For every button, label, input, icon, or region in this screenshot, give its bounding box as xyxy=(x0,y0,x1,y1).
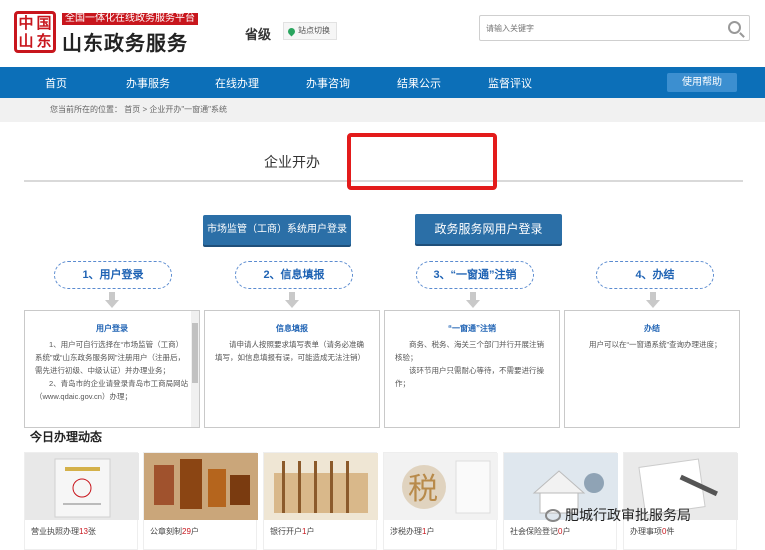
panel-text: 请申请人按照要求填写表单（请务必准确填写，如信息填报有误，可能造成无法注销） xyxy=(215,340,365,362)
step-login: 1、用户登录 xyxy=(54,261,172,289)
tax-photo: 税 xyxy=(384,453,498,520)
nav-item-online[interactable]: 在线办理 xyxy=(215,75,259,91)
panel-login: 用户登录 1、用户可自行选择在“市场监管（工商）系统”或“山东政务服务网”注册用… xyxy=(24,310,200,428)
nav-item-supervise[interactable]: 监督评议 xyxy=(488,75,532,91)
panel-fill-info: 信息填报 请申请人按照要求填写表单（请务必准确填写，如信息填报有误，可能造成无法… xyxy=(204,310,380,428)
panel-text: 该环节用户只需耐心等待，不需要进行操作； xyxy=(395,366,544,388)
panel-title: “一窗通”注销 xyxy=(448,324,496,333)
step-complete: 4、办结 xyxy=(596,261,714,289)
panel-title: 信息填报 xyxy=(276,324,308,333)
highlight-frame xyxy=(347,133,497,190)
today-card-social-insurance[interactable]: 社会保险登记0户 xyxy=(503,452,618,550)
market-login-button[interactable]: 市场监管（工商）系统用户登录 xyxy=(203,215,351,245)
svg-text:税: 税 xyxy=(408,472,438,507)
down-arrow-icon xyxy=(285,292,299,308)
help-button[interactable]: 使用帮助 xyxy=(667,73,737,92)
today-label: 公章刻制29户 xyxy=(150,527,199,536)
panel-text: 商务、税务、海关三个部门并行开展注销核验； xyxy=(395,340,544,362)
down-arrow-icon xyxy=(105,292,119,308)
today-card-matters[interactable]: 办理事项0件 xyxy=(623,452,738,550)
today-label: 社会保险登记0户 xyxy=(510,527,571,536)
panel-text: 1、用户可自行选择在“市场监管（工商）系统”或“山东政务服务网”注册用户（注册后… xyxy=(35,340,185,375)
today-title: 今日办理动态 xyxy=(30,430,103,444)
location-pin-icon xyxy=(286,26,297,36)
breadcrumb: 您当前所在的位置： 首页 > 企业开办"一窗通"系统 xyxy=(0,98,765,122)
panel-text: 用户可以在“一窗通系统”查询办理进度； xyxy=(589,340,722,349)
scroll-thumb[interactable] xyxy=(192,323,198,383)
nav-item-services[interactable]: 办事服务 xyxy=(126,75,170,91)
nav-item-home[interactable]: 首页 xyxy=(45,75,67,91)
breadcrumb-text: 您当前所在的位置： 首页 > 企业开办"一窗通"系统 xyxy=(50,105,228,114)
today-label: 营业执照办理13张 xyxy=(31,527,96,536)
search-icon[interactable] xyxy=(728,21,741,34)
site-header: 中 国 山 东 全国一体化在线政务服务平台 山东政务服务 省级 站点切换 xyxy=(0,0,765,66)
main-nav: 首页 办事服务 在线办理 办事咨询 结果公示 监督评议 使用帮助 xyxy=(0,67,765,98)
watermark: 肥城行政审批服务局 xyxy=(545,505,691,525)
site-switch-label: 站点切换 xyxy=(298,26,330,35)
nav-item-consult[interactable]: 办事咨询 xyxy=(306,75,350,91)
seal-char-2: 国 xyxy=(36,14,52,32)
province-label: 省级 xyxy=(245,27,272,42)
today-card-license[interactable]: 营业执照办理13张 xyxy=(24,452,139,550)
step-deregister: 3、“一窗通”注销 xyxy=(416,261,534,289)
license-photo xyxy=(25,453,139,520)
tab-kaiban[interactable]: 企业开办 xyxy=(232,145,352,179)
today-card-seal[interactable]: 公章刻制29户 xyxy=(143,452,258,550)
panel-body: 1、用户可自行选择在“市场监管（工商）系统”或“山东政务服务网”注册用户（注册后… xyxy=(25,334,199,403)
today-label: 涉税办理1户 xyxy=(390,527,435,536)
today-label: 银行开户1户 xyxy=(270,527,315,536)
panel-body: 请申请人按照要求填写表单（请务必准确填写，如信息填报有误，可能造成无法注销） xyxy=(205,334,379,364)
panel-scrollbar[interactable] xyxy=(191,311,199,427)
down-arrow-icon xyxy=(466,292,480,308)
seal-char-4: 东 xyxy=(36,32,52,50)
site-name[interactable]: 山东政务服务 xyxy=(62,27,188,56)
site-switch-button[interactable]: 站点切换 xyxy=(283,22,337,40)
seal-photo xyxy=(144,453,258,520)
search-input[interactable] xyxy=(480,16,710,40)
panel-title: 用户登录 xyxy=(96,324,128,333)
platform-tag: 全国一体化在线政务服务平台 xyxy=(62,13,198,25)
panel-text: 2、青岛市的企业请登录青岛市工商局网站（www.qdaic.gov.cn）办理； xyxy=(35,379,189,401)
search-box xyxy=(479,15,750,41)
step-fill-info: 2、信息填报 xyxy=(235,261,353,289)
bank-photo xyxy=(264,453,378,520)
seal-char-3: 山 xyxy=(18,32,34,50)
panel-body: 商务、税务、海关三个部门并行开展注销核验； 该环节用户只需耐心等待，不需要进行操… xyxy=(385,334,559,390)
panel-complete: 办结 用户可以在“一窗通系统”查询办理进度； xyxy=(564,310,740,428)
seal-char-1: 中 xyxy=(18,14,34,32)
today-label: 办理事项0件 xyxy=(630,527,675,536)
watermark-text: 肥城行政审批服务局 xyxy=(565,507,691,523)
down-arrow-icon xyxy=(646,292,660,308)
panel-deregister: “一窗通”注销 商务、税务、海关三个部门并行开展注销核验； 该环节用户只需耐心等… xyxy=(384,310,560,428)
gov-login-button[interactable]: 政务服务网用户登录 xyxy=(415,214,562,244)
panel-body: 用户可以在“一窗通系统”查询办理进度； xyxy=(565,334,739,351)
nav-item-results[interactable]: 结果公示 xyxy=(397,75,441,91)
panel-title: 办结 xyxy=(644,324,660,333)
today-card-bank[interactable]: 银行开户1户 xyxy=(263,452,378,550)
today-card-tax[interactable]: 税 涉税办理1户 xyxy=(383,452,498,550)
logo-seal[interactable]: 中 国 山 东 xyxy=(14,11,56,53)
wechat-icon xyxy=(545,508,561,522)
